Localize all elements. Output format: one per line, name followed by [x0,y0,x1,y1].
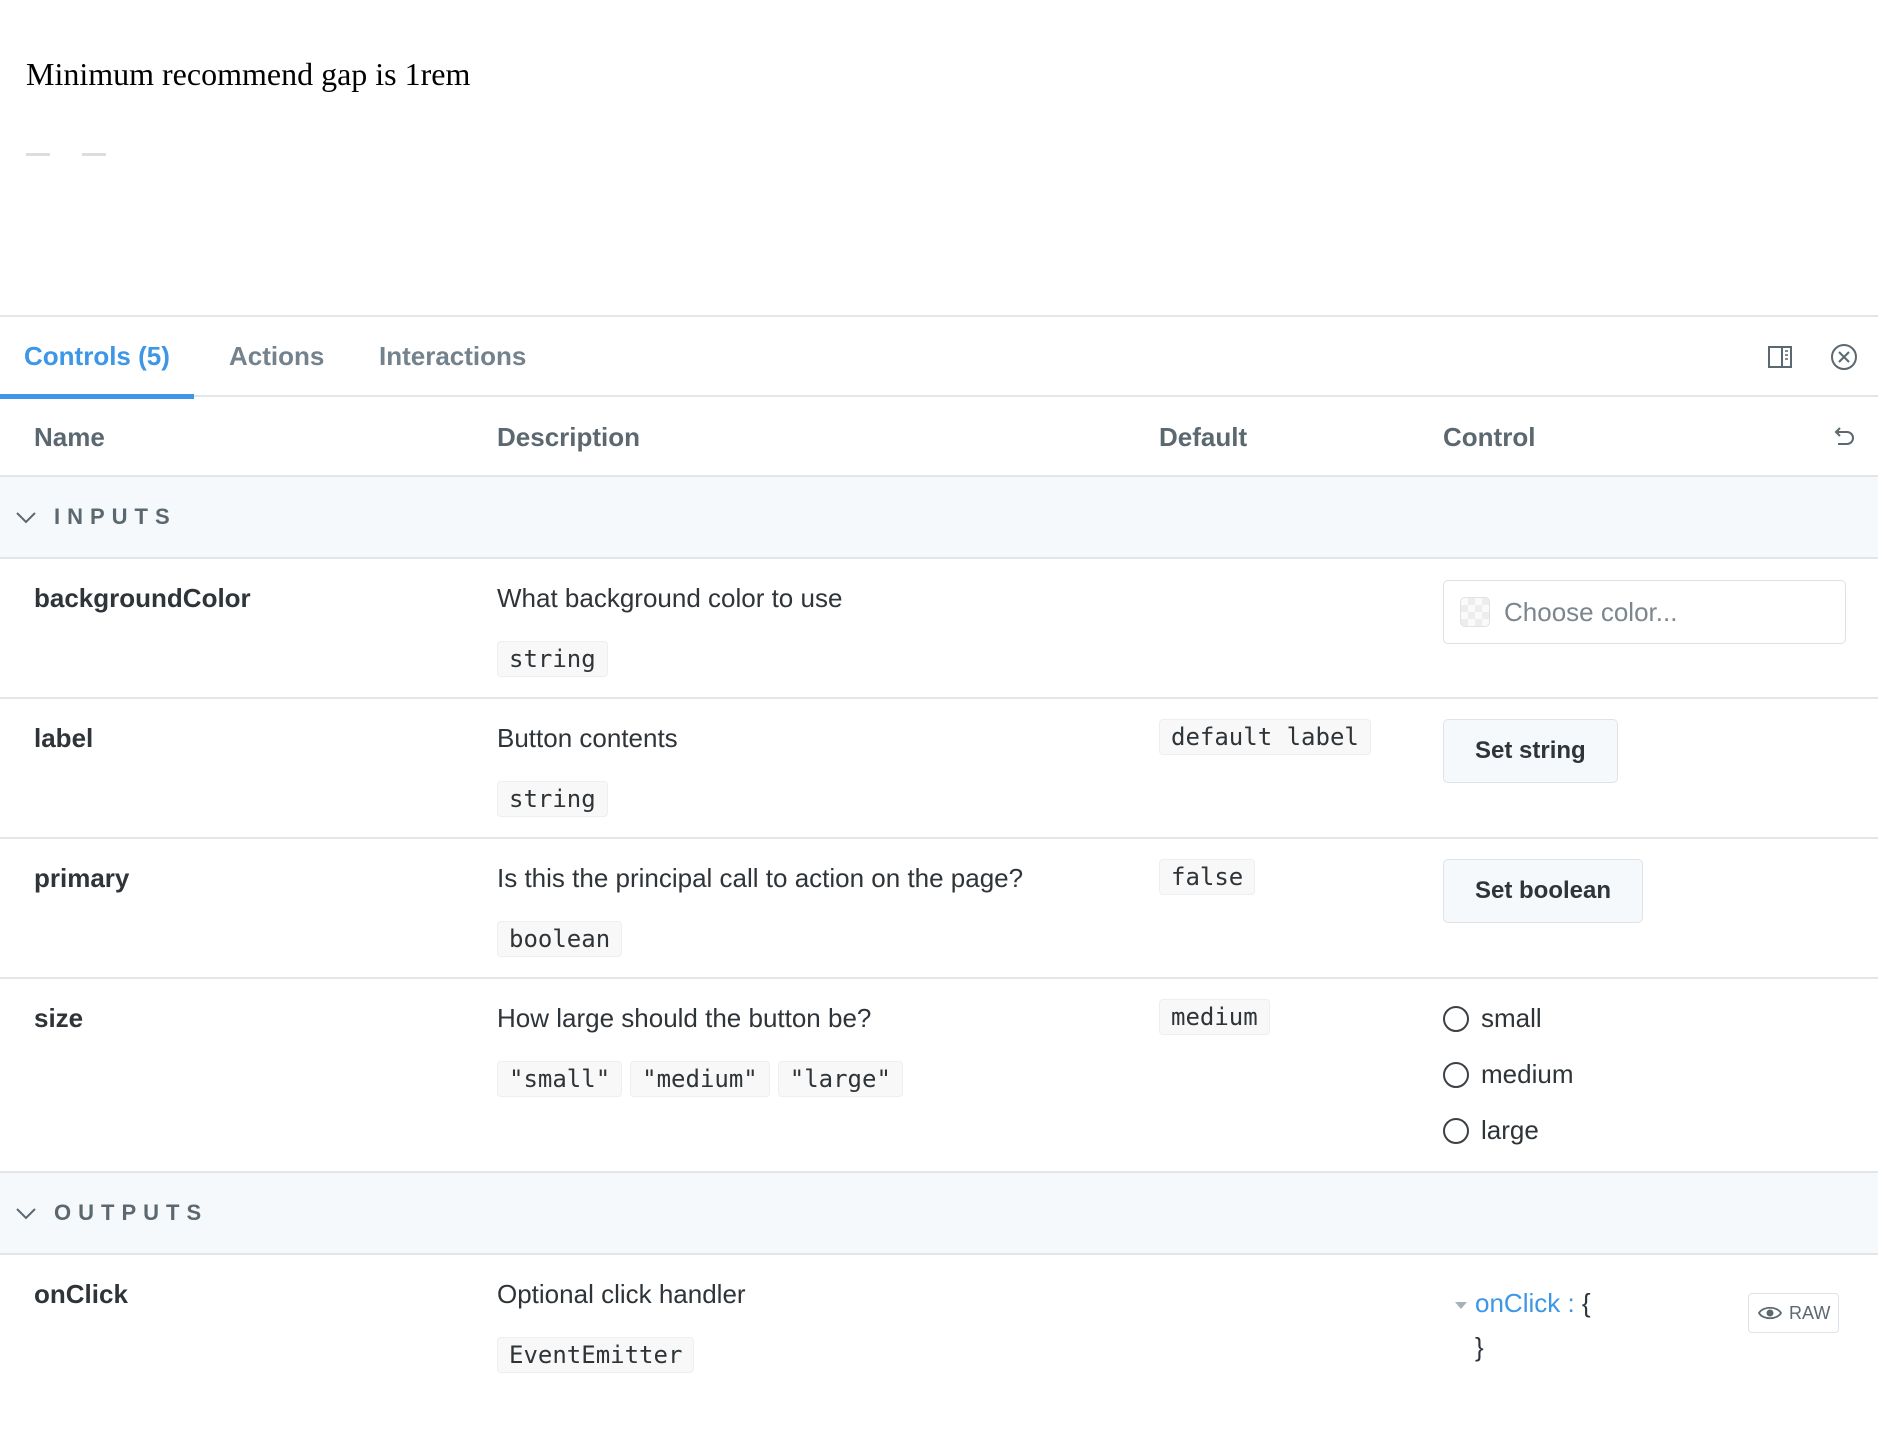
type-badge: string [497,641,608,677]
object-open-brace: { [1581,1288,1591,1318]
radio-button[interactable] [1443,1117,1469,1144]
prop-description: Button contents [497,723,678,753]
raw-label: RAW [1789,1302,1831,1323]
color-swatch[interactable] [1460,597,1490,627]
radio-label: small [1481,1003,1542,1033]
column-header-description: Description [497,422,641,452]
type-badge: "large" [777,1061,903,1097]
color-picker-input[interactable]: Choose color... [1443,580,1846,644]
preview-button-placeholder [82,153,106,156]
prop-description: What background color to use [497,583,843,613]
prop-default: default label [1159,719,1371,755]
prop-description: Is this the principal call to action on … [497,863,1024,893]
default-value: medium [1159,999,1270,1035]
eye-icon [1757,1306,1783,1320]
prop-default: false [1159,859,1256,895]
prop-name: label [34,723,94,753]
type-badge: "small" [497,1061,623,1097]
prop-types: EventEmitter [497,1337,695,1373]
column-header-control: Control [1443,422,1536,452]
preview-title: Minimum recommend gap is 1rem [26,56,471,92]
set-boolean-button[interactable]: Set boolean [1443,859,1644,923]
type-badge: EventEmitter [497,1337,695,1373]
tab-interactions[interactable]: Interactions [355,317,550,397]
chevron-down-icon [16,1208,36,1220]
prop-name: size [34,1003,84,1033]
default-value: default label [1159,719,1371,755]
object-key[interactable]: onClick [1475,1288,1560,1318]
table-row: primary Is this the principal call to ac… [0,839,1878,979]
object-close-brace: } [1475,1332,1484,1362]
default-value: false [1159,859,1256,895]
tab-controls[interactable]: Controls (5) [0,317,194,399]
radio-option-medium[interactable]: medium [1443,1059,1573,1090]
section-outputs[interactable]: OUTPUTS [0,1173,1878,1255]
prop-description: How large should the button be? [497,1003,872,1033]
column-header-default: Default [1159,422,1248,452]
type-badge: boolean [497,921,623,957]
addons-panel: Controls (5) Actions Interactions Name D… [0,315,1878,1442]
object-header[interactable]: onClick : { [1455,1281,1591,1325]
section-label: OUTPUTS [54,1200,209,1225]
table-row: label Button contents string default lab… [0,699,1878,839]
story-preview: Minimum recommend gap is 1rem [0,0,1878,315]
addon-tabbar: Controls (5) Actions Interactions [0,317,1878,399]
close-circle-icon[interactable] [1828,341,1860,373]
radio-button[interactable] [1443,1005,1469,1032]
chevron-down-icon [16,512,36,524]
undo-icon[interactable] [1828,423,1858,453]
prop-types: "small" "medium" "large" [497,1061,903,1097]
section-inputs[interactable]: INPUTS [0,477,1878,559]
table-row: size How large should the button be? "sm… [0,979,1878,1173]
raw-toggle-button[interactable]: RAW [1748,1293,1840,1333]
sidebar-panel-icon[interactable] [1764,341,1796,373]
prop-name: backgroundColor [34,583,251,613]
section-label: INPUTS [54,504,177,529]
tab-actions[interactable]: Actions [205,317,348,397]
prop-name: onClick [34,1279,128,1309]
set-string-button[interactable]: Set string [1443,719,1618,783]
prop-default: medium [1159,999,1270,1035]
radio-label: medium [1481,1059,1574,1089]
prop-types: boolean [497,921,623,957]
prop-description: Optional click handler [497,1279,746,1309]
prop-name: primary [34,863,130,893]
type-badge: string [497,781,608,817]
radio-option-large[interactable]: large [1443,1115,1539,1146]
color-placeholder: Choose color... [1504,597,1678,627]
preview-button-placeholder [26,153,50,156]
caret-down-icon[interactable] [1455,1301,1467,1309]
type-badge: "medium" [630,1061,770,1097]
prop-types: string [497,781,608,817]
table-row: backgroundColor What background color to… [0,559,1878,699]
prop-types: string [497,641,608,677]
radio-label: large [1481,1115,1539,1145]
table-row: onClick Optional click handler EventEmit… [0,1255,1878,1444]
table-header: Name Description Default Control [0,397,1878,477]
column-header-name: Name [34,422,105,452]
object-control: onClick : { } [1455,1281,1591,1369]
object-separator: : [1560,1288,1582,1318]
radio-button[interactable] [1443,1061,1469,1088]
radio-option-small[interactable]: small [1443,1003,1542,1034]
